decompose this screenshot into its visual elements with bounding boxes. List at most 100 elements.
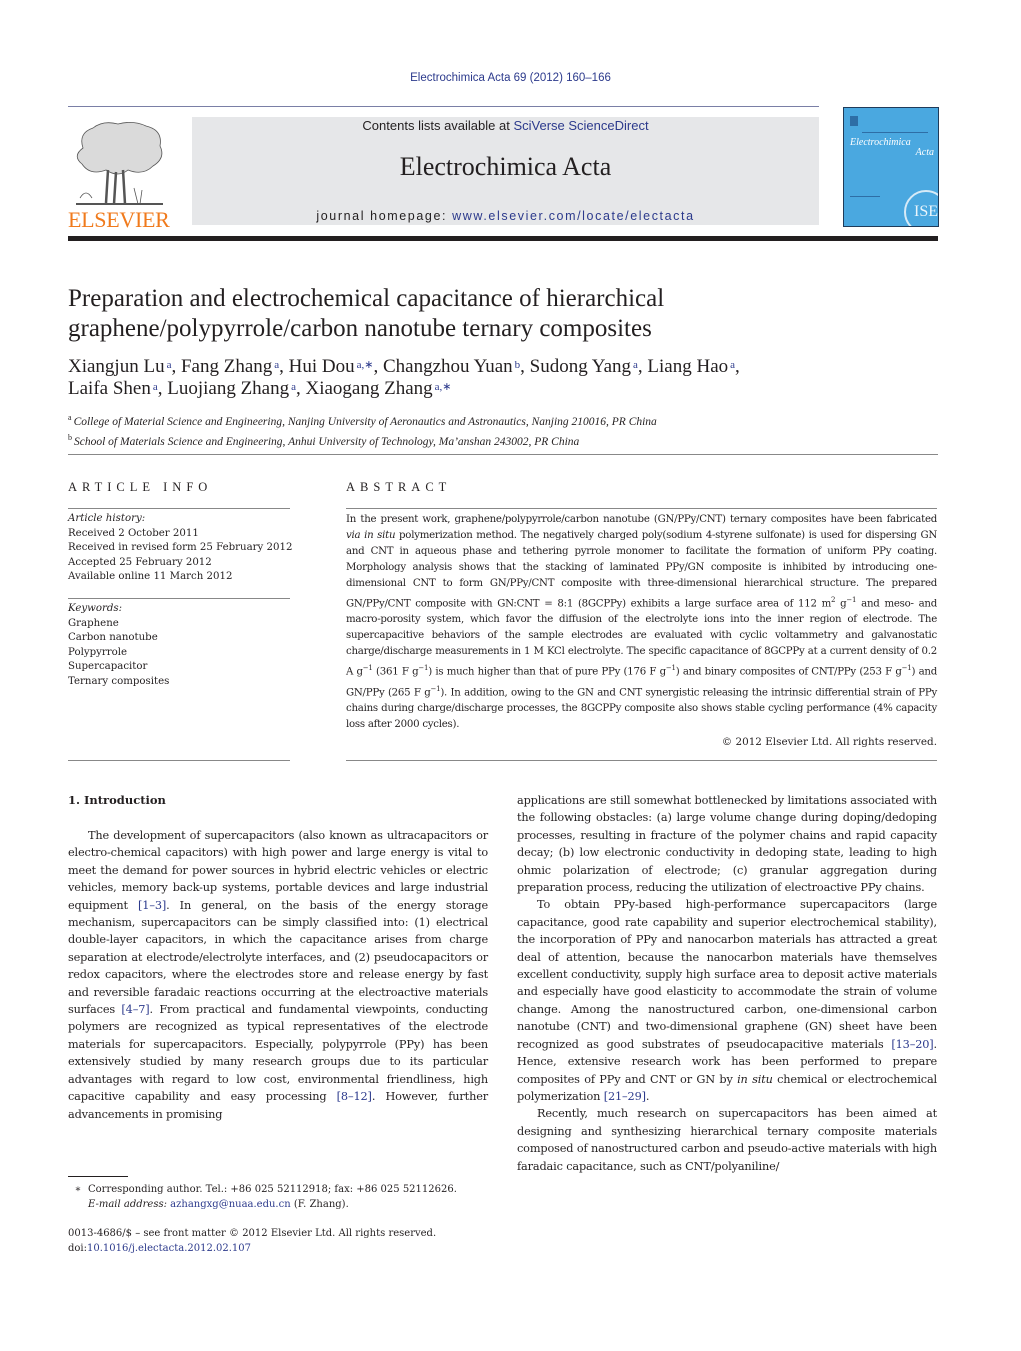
abstract-text: (361 F g [372, 666, 419, 678]
author-name: Luojiang Zhang [167, 378, 290, 399]
author-name: Changzhou Yuan [383, 356, 513, 377]
citation-link[interactable]: [21–29] [604, 1090, 646, 1103]
cover-rule [862, 132, 928, 133]
author[interactable]: Fang Zhang a [181, 356, 279, 377]
superscript: −1 [665, 664, 676, 673]
author-line-1: Xiangjun Lu a, Fang Zhang a, Hui Dou a,∗, C… [68, 356, 938, 378]
corresponding-author-footnote: ∗ Corresponding author. Tel.: +86 025 521… [68, 1182, 508, 1212]
divider [68, 760, 290, 761]
affiliation-marker[interactable]: b [515, 359, 521, 371]
footnote-line: E-mail address: azhangxg@nuaa.edu.cn (F.… [68, 1197, 508, 1212]
body-text: . [645, 1089, 650, 1103]
doi-link[interactable]: 10.1016/j.electacta.2012.02.107 [87, 1243, 251, 1254]
citation-link[interactable]: [13–20] [891, 1038, 933, 1051]
divider [68, 508, 290, 509]
separator: , [735, 356, 740, 377]
email-link[interactable]: azhangxg@nuaa.edu.cn [170, 1199, 290, 1210]
sciencedirect-link[interactable]: SciVerse ScienceDirect [513, 118, 648, 133]
divider [68, 598, 290, 599]
abstract-text: In the present work, graphene/polypyrrol… [346, 514, 937, 525]
journal-cover-thumbnail[interactable]: Electrochimica Acta ISE [843, 107, 939, 227]
body-text: . In general, on the basis of the energy… [68, 898, 488, 1017]
elsevier-wordmark: ELSEVIER [68, 207, 170, 232]
affiliation-mark: b [68, 432, 72, 442]
citation-link[interactable]: [8–12] [337, 1090, 372, 1103]
footnote-star: ∗ [74, 1184, 82, 1195]
affiliation-mark: a [68, 413, 72, 422]
cover-title: Electrochimica Acta [850, 138, 934, 158]
affiliation-text: School of Materials Science and Engineer… [74, 435, 580, 448]
author[interactable]: Laifa Shen a [68, 378, 158, 399]
affiliations: a College of Material Science and Enginee… [68, 410, 938, 450]
article-info-heading: ARTICLE INFO [68, 480, 213, 494]
history-item: Received in revised form 25 February 201… [68, 542, 293, 553]
body-column-right: applications are still somewhat bottlene… [517, 792, 937, 1175]
author[interactable]: Xiangjun Lu a [68, 356, 171, 377]
footnote-text: Corresponding author. Tel.: +86 025 5211… [88, 1184, 457, 1195]
author[interactable]: Changzhou Yuan b [383, 356, 520, 377]
article-title-line2: graphene/polypyrrole/carbon nanotube ter… [68, 315, 652, 342]
affiliation-marker[interactable]: a,∗ [357, 359, 374, 371]
affiliation-item: a College of Material Science and Enginee… [68, 410, 938, 430]
issn-doi-block: 0013-4686/$ – see front matter © 2012 El… [68, 1226, 508, 1256]
keywords: Keywords: Graphene Carbon nanotube Polyp… [68, 602, 293, 689]
author-name: Sudong Yang [529, 356, 632, 377]
history-item: Received 2 October 2011 [68, 527, 199, 539]
body-column-left: The development of supercapacitors (also… [68, 827, 488, 1123]
citation-link[interactable]: [4–7] [121, 1003, 149, 1016]
abstract-body: In the present work, graphene/polypyrrol… [346, 512, 937, 733]
affiliation-marker[interactable]: a [730, 359, 735, 371]
header-thick-rule [68, 236, 938, 241]
affiliation-marker[interactable]: a [274, 359, 279, 371]
divider [68, 454, 938, 455]
journal-title: Electrochimica Acta [399, 152, 612, 181]
author[interactable]: Luojiang Zhang a [167, 378, 296, 399]
affiliation-marker[interactable]: a [153, 381, 158, 393]
keyword: Ternary composites [68, 675, 170, 687]
author[interactable]: Hui Dou a,∗ [289, 356, 374, 377]
separator: , [157, 378, 168, 399]
superscript: −1 [362, 664, 373, 673]
body-text: . From practical and fundamental viewpoi… [68, 1003, 488, 1104]
abstract-text: ) is much higher than that of pure PPy (… [428, 666, 666, 678]
author[interactable]: Xiaogang Zhang a,∗ [306, 378, 452, 399]
author-name: Xiangjun Lu [68, 356, 165, 377]
abstract-heading: ABSTRACT [346, 480, 452, 494]
abstract-text: ). In addition, owing to the GN and CNT … [346, 687, 937, 731]
affiliation-marker[interactable]: a [291, 381, 296, 393]
cover-publisher-icon [850, 116, 858, 126]
superscript: −1 [846, 596, 857, 604]
author-name: Fang Zhang [180, 356, 273, 377]
article-title: Preparation and electrochemical capacita… [68, 284, 888, 344]
contents-available-line: Contents lists available at SciVerse Sci… [192, 118, 819, 134]
keyword: Carbon nanotube [68, 632, 158, 643]
cover-title-line2: Acta [915, 147, 934, 158]
paragraph: The development of supercapacitors (also… [68, 827, 488, 1123]
footnote-line: ∗ Corresponding author. Tel.: +86 025 521… [68, 1182, 508, 1197]
separator: , [520, 356, 530, 377]
author-list: Xiangjun Lu a, Fang Zhang a, Hui Dou a,∗, C… [68, 356, 938, 400]
body-text-italic: in situ [737, 1072, 773, 1086]
doi-prefix: doi: [68, 1243, 87, 1254]
article-title-line1: Preparation and electrochemical capacita… [68, 285, 665, 312]
header-top-rule [68, 106, 819, 107]
divider [346, 760, 937, 761]
homepage-prefix: journal homepage: [316, 209, 453, 223]
copyright-notice: © 2012 Elsevier Ltd. All rights reserved… [721, 736, 937, 748]
affiliation-marker[interactable]: a [167, 359, 172, 371]
body-text: To obtain PPy-based high-performance sup… [517, 898, 937, 1051]
separator: , [373, 356, 383, 377]
journal-citation[interactable]: Electrochimica Acta 69 (2012) 160–166 [0, 72, 1021, 84]
author[interactable]: Sudong Yang a [530, 356, 638, 377]
keyword: Polypyrrole [68, 646, 128, 658]
divider [346, 508, 937, 509]
author[interactable]: Liang Hao a [647, 356, 735, 377]
affiliation-marker[interactable]: a,∗ [435, 381, 452, 393]
history-item: Accepted 25 February 2012 [68, 556, 212, 568]
affiliation-marker[interactable]: a [633, 359, 638, 371]
journal-homepage-link[interactable]: www.elsevier.com/locate/electacta [452, 209, 694, 223]
contents-prefix: Contents lists available at [362, 118, 514, 133]
author-name: Laifa Shen [68, 378, 151, 399]
citation-link[interactable]: [1–3] [138, 899, 166, 912]
issn-line: 0013-4686/$ – see front matter © 2012 El… [68, 1228, 437, 1239]
